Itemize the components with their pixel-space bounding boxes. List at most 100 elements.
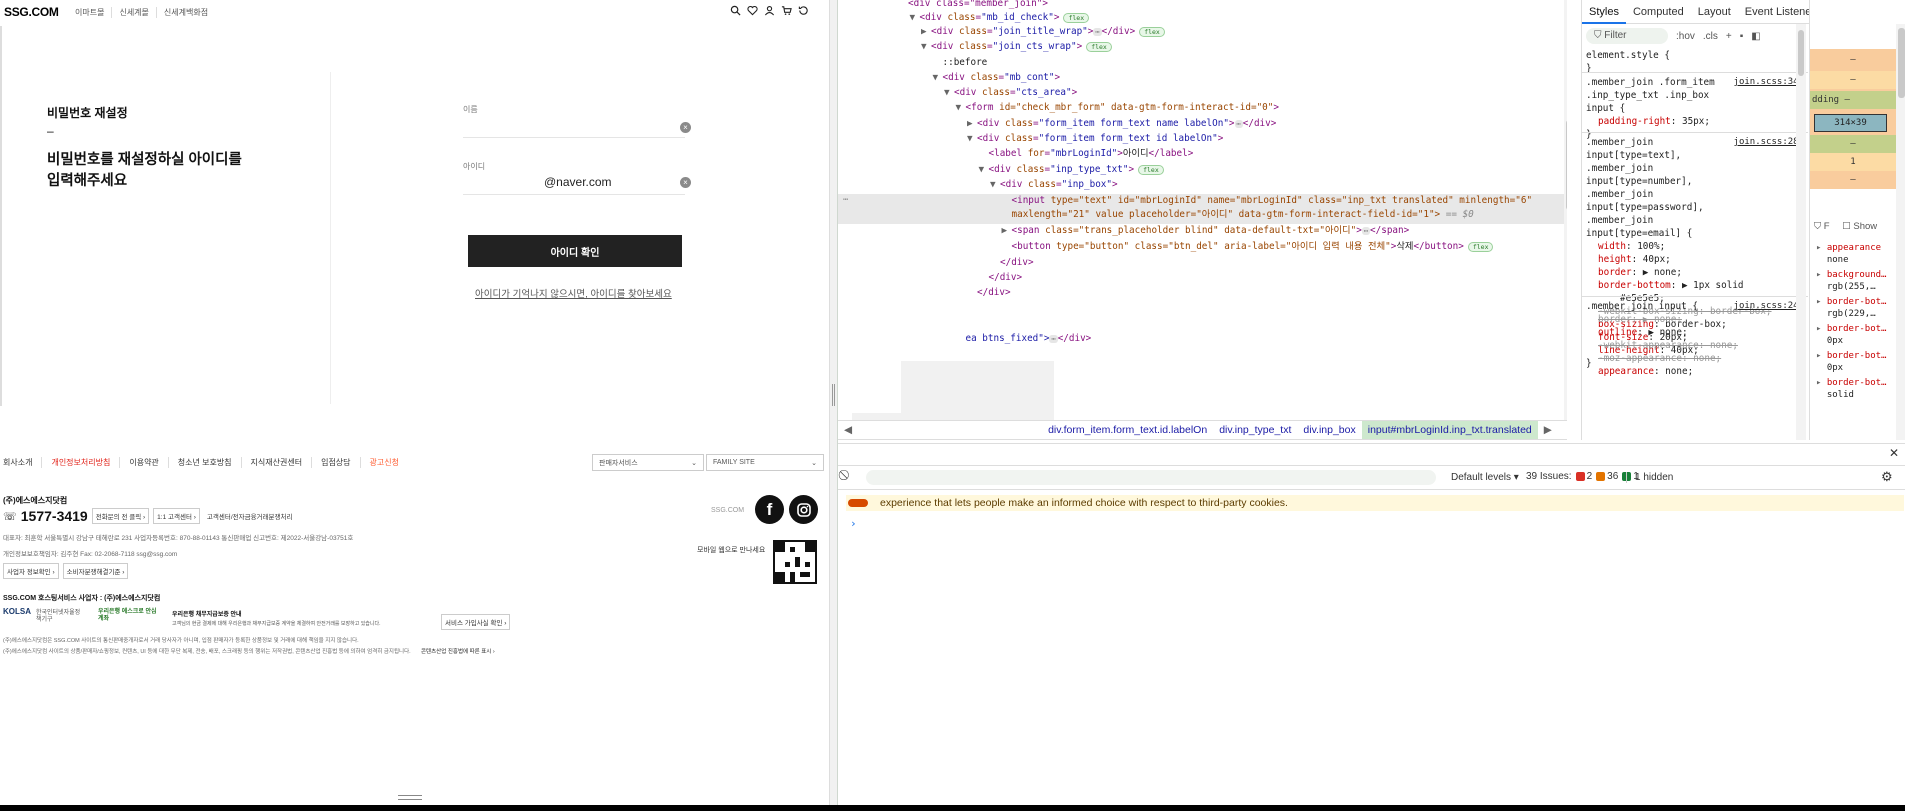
footer-link-youth[interactable]: 청소년 보호방침 — [169, 457, 242, 468]
dom-node[interactable]: ▶ <div class="form_item form_text name la… — [967, 117, 1276, 131]
rule-declaration[interactable]: appearance: none; — [1598, 365, 1804, 378]
dom-node[interactable]: </div> — [967, 286, 1011, 300]
instagram-icon[interactable] — [789, 495, 818, 524]
computed-prop[interactable]: ▸ border-bot… solid — [1816, 377, 1886, 401]
gear-icon[interactable]: ⚙ — [1881, 469, 1893, 485]
dom-node[interactable]: <button type="button" class="btn_del" ar… — [1002, 240, 1494, 254]
scroll-thumb[interactable] — [1898, 28, 1905, 98]
dom-node[interactable]: <div class="member_join"> — [898, 0, 1048, 11]
facebook-icon[interactable]: f — [755, 495, 784, 524]
history-icon[interactable] — [798, 5, 809, 16]
computed-scrollbar[interactable] — [1896, 24, 1905, 440]
issues-counter[interactable]: 39 Issues: 2 36 1 — [1526, 471, 1639, 482]
log-levels-dropdown[interactable]: Default levels ▾ — [1451, 472, 1519, 483]
breadcrumb-item[interactable]: div.inp_type_txt — [1213, 424, 1297, 436]
elements-scrollbar[interactable] — [1564, 0, 1567, 420]
footer-link-ads[interactable]: 광고신청 — [361, 457, 408, 468]
dom-node[interactable]: ▼ <div class="join_cts_wrap"> flex — [921, 40, 1112, 54]
dom-node[interactable]: ::before — [933, 56, 988, 70]
add-rule-icon[interactable]: + — [1726, 31, 1732, 42]
rule-declaration[interactable]: width: 100%; — [1598, 240, 1804, 253]
sidebar-toggle-icon[interactable]: ◧ — [1751, 31, 1760, 42]
dom-node[interactable]: </div> — [990, 256, 1034, 270]
dom-node[interactable]: ea btns_fixed"> ⋯ </div> — [956, 332, 1092, 346]
find-id-link[interactable]: 아이디가 기억나지 않으시면, 아이디를 찾아보세요 — [475, 286, 672, 300]
show-all-checkbox[interactable]: ☐ Show — [1842, 221, 1877, 232]
breadcrumb-item[interactable]: div.inp_box — [1297, 424, 1361, 436]
content-law-link[interactable]: 콘텐츠산업 진흥법에 따른 표시 › — [421, 647, 495, 655]
console-filter-input[interactable] — [866, 470, 1436, 485]
dom-node[interactable]: </div> — [979, 271, 1023, 285]
console-prompt[interactable]: › — [850, 517, 857, 530]
seller-service-select[interactable]: 판매자서비스 ⌄ — [592, 454, 704, 471]
dom-node[interactable]: ▼ <div class="inp_type_txt"> flex — [979, 163, 1164, 177]
user-icon[interactable] — [764, 5, 775, 16]
scroll-thumb[interactable] — [1798, 30, 1804, 76]
resize-handle[interactable] — [398, 795, 422, 800]
computed-prop[interactable]: ▸ border-bot… rgb(229,… — [1816, 296, 1886, 320]
rule-source-link[interactable]: join.scss:280 — [1734, 136, 1804, 149]
dom-node[interactable]: ▼ <div class="inp_box"> — [990, 178, 1118, 192]
rule-declaration[interactable]: -webkit-appearance: none; — [1598, 339, 1804, 352]
header-link-emart[interactable]: 이마트몰 — [68, 7, 113, 18]
name-field[interactable] — [463, 137, 685, 138]
dom-node[interactable]: <input type="text" id="mbrLoginId" name=… — [1002, 194, 1533, 208]
dom-node[interactable]: ▼ <div class="form_item form_text id labe… — [967, 132, 1223, 146]
dom-node[interactable]: ▶ <div class="join_title_wrap"> ⋯ </div> fle… — [921, 25, 1165, 39]
ssg-logo[interactable]: SSG.COM — [4, 5, 59, 19]
tab-layout[interactable]: Layout — [1691, 0, 1738, 24]
rule-declaration[interactable]: border: ▶ none; — [1598, 266, 1804, 279]
footer-link-company[interactable]: 회사소개 — [3, 457, 43, 468]
rule-declaration[interactable]: padding-right: 35px; — [1586, 115, 1804, 128]
computed-filter-input[interactable]: ⛉ F — [1814, 221, 1830, 232]
footer-link-ip[interactable]: 지식재산권센터 — [242, 457, 313, 468]
confirm-id-button[interactable]: 아이디 확인 — [468, 235, 682, 267]
dom-node[interactable]: ▶ <span class="trans_placeholder blind" d… — [1002, 224, 1410, 238]
close-icon[interactable]: ✕ — [1889, 446, 1899, 460]
scroll-thumb[interactable] — [1566, 120, 1567, 210]
rule-source-link[interactable]: join.scss:247 — [1734, 300, 1804, 313]
footer-link-terms[interactable]: 이용약관 — [120, 457, 169, 468]
id-clear-button[interactable]: × — [680, 177, 691, 188]
rule-declaration[interactable]: border-bottom: ▶ 1px solid — [1598, 279, 1804, 292]
styles-filter-input[interactable]: ⛉ Filter — [1586, 28, 1668, 44]
hov-toggle[interactable]: :hov — [1676, 31, 1695, 42]
name-clear-button[interactable]: × — [680, 122, 691, 133]
footer-link-partner[interactable]: 입점상담 — [312, 457, 361, 468]
rule-declaration[interactable]: outline: ▶ none; — [1598, 326, 1804, 339]
computed-prop[interactable]: ▸ border-bot… 0px — [1816, 350, 1886, 374]
tab-event-listeners[interactable]: Event Listeners — [1738, 0, 1809, 24]
computed-prop[interactable]: ▸ appearance none — [1816, 242, 1881, 266]
business-info-chip[interactable]: 사업자 정보확인 › — [3, 563, 59, 579]
computed-prop[interactable]: ▸ border-bot… 0px — [1816, 323, 1886, 347]
search-icon[interactable] — [730, 5, 741, 16]
heart-icon[interactable] — [747, 5, 758, 16]
breadcrumb-left-icon[interactable]: ◀ — [838, 424, 858, 436]
computed-prop[interactable]: ▸ background… rgb(255,… — [1816, 269, 1886, 293]
dom-node[interactable]: ▼ <div class="cts_area"> — [944, 86, 1077, 100]
breadcrumb-item-active[interactable]: input#mbrLoginId.inp_txt.translated — [1361, 421, 1538, 439]
dom-node[interactable]: maxlength="21" value placeholder="아이디" d… — [1002, 208, 1474, 222]
header-link-department[interactable]: 신세계백화점 — [157, 7, 215, 18]
escrow-check-chip[interactable]: 서비스 가입사실 확인 › — [441, 614, 511, 630]
dom-node[interactable]: <label for="mbrLoginId">아이디</label> — [979, 147, 1194, 161]
breadcrumb-item[interactable]: div.form_item.form_text.id.labelOn — [858, 424, 1213, 436]
devtools-splitter[interactable] — [829, 0, 837, 811]
breadcrumb-right-icon[interactable]: ▶ — [1538, 424, 1558, 436]
call-inquiry-chip[interactable]: 전화문의 전 클릭 › — [91, 508, 150, 524]
rule-declaration[interactable]: -moz-appearance: none; — [1598, 352, 1804, 365]
splitter-grip[interactable] — [832, 384, 835, 406]
row-menu-icon[interactable]: ⋯ — [843, 195, 848, 205]
paint-icon[interactable]: ▪ — [1740, 31, 1744, 42]
dom-node[interactable]: ▼ <div class="mb_id_check"> flex — [910, 11, 1090, 25]
dispute-chip[interactable]: 고객센터/전자금융거래분쟁처리 — [204, 509, 296, 523]
rule-declaration[interactable]: height: 40px; — [1598, 253, 1804, 266]
tab-styles[interactable]: Styles — [1582, 0, 1626, 24]
dom-node[interactable]: ▼ <form id="check_mbr_form" data-gtm-form… — [956, 101, 1279, 115]
header-link-shinsegae-mall[interactable]: 신세계몰 — [112, 7, 157, 18]
styles-scrollbar[interactable] — [1796, 24, 1806, 440]
rule-source-link[interactable]: join.scss:346 — [1734, 76, 1804, 89]
help-center-chip[interactable]: 1:1 고객센터 › — [153, 508, 200, 524]
tab-computed[interactable]: Computed — [1626, 0, 1691, 24]
cls-toggle[interactable]: .cls — [1703, 31, 1718, 42]
